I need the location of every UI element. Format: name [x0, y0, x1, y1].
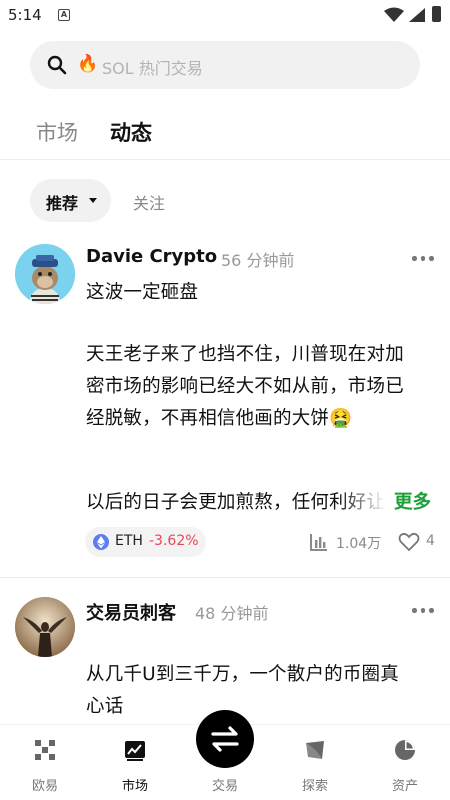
post-text-line: 心话	[86, 696, 124, 717]
nav-assets[interactable]: 资产	[360, 725, 450, 800]
caret-down-icon	[89, 198, 97, 203]
warrior-avatar-image	[15, 597, 75, 657]
post-author[interactable]: 交易员刺客	[86, 599, 176, 625]
more-options-icon[interactable]	[412, 256, 434, 262]
nav-okx[interactable]: 欧易	[0, 725, 90, 800]
avatar[interactable]	[15, 244, 75, 304]
notification-a-icon: A	[58, 9, 70, 21]
nav-explore[interactable]: 探索	[270, 725, 360, 800]
tab-follow[interactable]: 关注	[133, 190, 165, 214]
nav-label: 欧易	[31, 779, 58, 794]
coin-change: -3.62%	[149, 533, 199, 549]
eth-icon	[93, 534, 109, 550]
compass-icon	[306, 741, 324, 759]
okx-logo-icon	[35, 740, 55, 760]
nav-label: 资产	[391, 779, 418, 794]
ape-avatar-image	[15, 244, 75, 304]
swap-icon	[211, 726, 239, 752]
post-text-line: 从几千U到三千万，一个散户的币圈真	[86, 664, 399, 685]
nav-label: 交易	[211, 779, 238, 794]
signal-icon	[409, 8, 425, 22]
likes-count: 4	[426, 533, 435, 549]
tab-market[interactable]: 市场	[36, 117, 78, 147]
battery-icon	[432, 6, 441, 22]
coin-tag[interactable]: ETH -3.62%	[85, 527, 206, 557]
post-text-line: 天王老子来了也挡不住，川普现在对加	[86, 344, 404, 365]
search-icon	[47, 55, 67, 75]
coin-symbol: ETH	[115, 533, 143, 549]
heart-icon[interactable]	[398, 532, 420, 552]
post-text-line: 这波一定砸盘	[86, 282, 199, 303]
pie-icon	[395, 740, 415, 760]
trade-button[interactable]	[196, 710, 254, 768]
search-placeholder: SOL 热门交易	[102, 59, 203, 78]
wifi-icon	[384, 7, 404, 22]
views-icon	[310, 534, 327, 551]
more-options-icon[interactable]	[412, 608, 434, 614]
read-more-link[interactable]: 更多	[394, 488, 431, 514]
text-fade	[340, 488, 394, 516]
search-bar[interactable]: 🔥 SOL 热门交易	[30, 41, 420, 89]
chart-icon	[125, 741, 145, 761]
post-author[interactable]: Davie Crypto	[86, 246, 217, 267]
post-time: 48 分钟前	[195, 604, 269, 623]
recommend-dropdown[interactable]: 推荐	[30, 179, 111, 222]
post-text-line: 密市场的影响已经大不如从前，市场已	[86, 376, 404, 397]
fire-icon: 🔥	[77, 54, 99, 74]
nav-label: 探索	[301, 779, 328, 794]
status-time: 5:14	[8, 6, 42, 24]
views-count: 1.04万	[336, 536, 382, 552]
post-time: 56 分钟前	[221, 251, 295, 270]
status-bar: 5:14 A	[0, 0, 450, 32]
recommend-label: 推荐	[46, 194, 79, 213]
post-divider	[0, 577, 450, 578]
nav-market[interactable]: 市场	[90, 725, 180, 800]
post-text-line: 经脱敏，不再相信他画的大饼🤮	[86, 408, 353, 429]
top-tabs: 市场 动态	[0, 112, 450, 160]
tab-feed[interactable]: 动态	[110, 117, 152, 147]
nav-label: 市场	[121, 779, 148, 794]
avatar[interactable]	[15, 597, 75, 657]
